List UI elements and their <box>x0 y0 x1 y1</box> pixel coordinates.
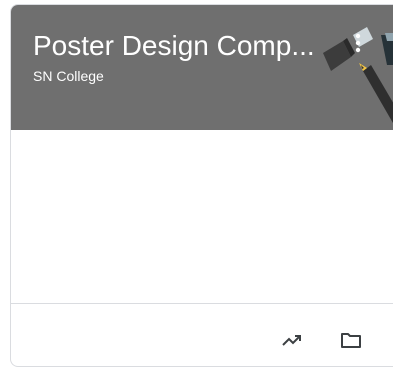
more-vert-icon <box>355 33 361 53</box>
trending-up-icon <box>282 335 301 346</box>
class-section-label[interactable]: SN College <box>33 67 104 85</box>
more-options-button[interactable] <box>347 27 369 59</box>
class-card[interactable]: Poster Design Comp... SN College <box>10 4 393 367</box>
open-gradebook-button[interactable] <box>274 322 310 358</box>
card-body <box>11 130 393 303</box>
class-title-link[interactable]: Poster Design Comp... <box>33 29 333 63</box>
folder-icon <box>341 333 361 348</box>
card-footer <box>11 304 393 366</box>
card-header[interactable]: Poster Design Comp... SN College <box>11 5 393 130</box>
header-illustration <box>323 27 393 124</box>
open-folder-button[interactable] <box>333 322 369 358</box>
